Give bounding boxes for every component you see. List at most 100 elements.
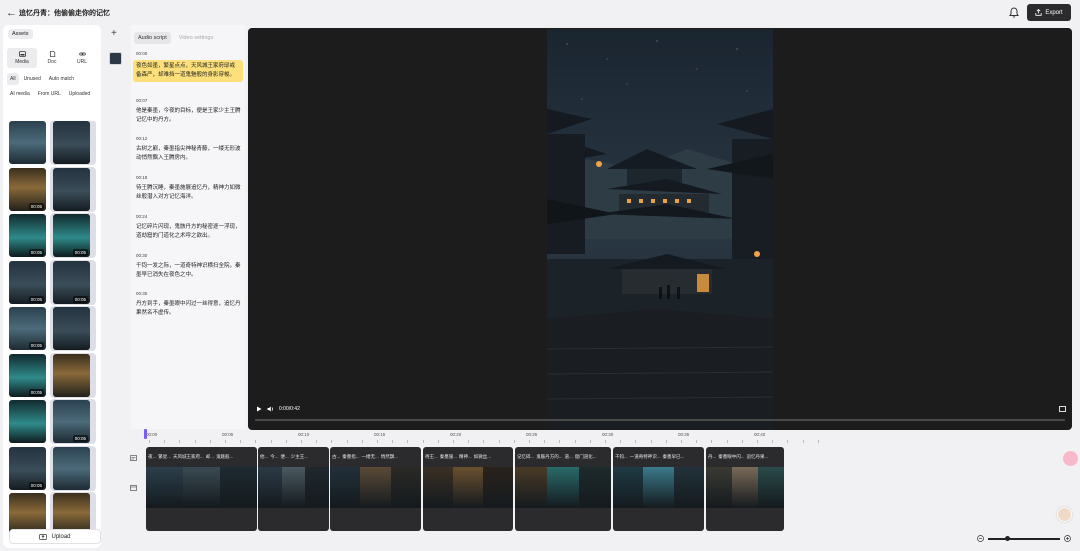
media-thumbnail[interactable]: 00:05 bbox=[9, 214, 46, 257]
clip-caption[interactable]: 精神... bbox=[459, 454, 472, 460]
tab-audio-script[interactable]: Audio script bbox=[134, 32, 171, 44]
media-thumbnail[interactable]: 00:05 bbox=[53, 400, 90, 443]
filter-all[interactable]: All bbox=[7, 73, 19, 85]
tab-media-label: Media bbox=[15, 59, 29, 65]
timeline-clip[interactable]: 古... 秦墨指... 一缕无... 悄然飘... bbox=[330, 447, 421, 531]
script-segment[interactable]: 00:30 千钧一发之际，一道奇特神识横扫全院，秦墨早已消失在夜色之中。 bbox=[136, 253, 243, 280]
media-thumbnail[interactable] bbox=[53, 167, 90, 211]
segment-text[interactable]: 记忆碎片闪现，鬼骸丹方的秘密逐一浮现，道劫窟的门道化之术呼之欲出。 bbox=[136, 223, 243, 241]
filter-from-url[interactable]: From URL bbox=[35, 88, 64, 100]
playhead[interactable] bbox=[144, 429, 147, 439]
timeline-clip[interactable]: 夜... 繁星... 天风城王家府... 却... 鬼魅般... bbox=[146, 447, 257, 531]
clip-caption[interactable]: 夜... bbox=[148, 454, 156, 460]
export-button[interactable]: Export bbox=[1027, 4, 1071, 21]
zoom-in-icon[interactable] bbox=[1064, 535, 1071, 542]
progress-bar[interactable] bbox=[255, 419, 1065, 421]
filter-unused[interactable]: Unused bbox=[21, 73, 44, 85]
volume-icon[interactable] bbox=[267, 406, 274, 412]
timeline-clip[interactable]: 记忆碎... 鬼骸丹方的... 道... 窟门道化... bbox=[515, 447, 611, 531]
clip-caption[interactable]: 丹... bbox=[708, 454, 716, 460]
filter-ai-media[interactable]: AI media bbox=[7, 88, 33, 100]
user-avatar[interactable] bbox=[1057, 507, 1072, 522]
segment-text[interactable]: 夜色如墨，繁星点点，天风城王家府邸戒备森严，却难挡一道鬼魅般的身影穿梭。 bbox=[136, 62, 240, 80]
media-thumbnail[interactable] bbox=[53, 121, 90, 164]
segment-text[interactable]: 丹方到手，秦墨眼中闪过一丝得意，追忆丹果然名不虚传。 bbox=[136, 300, 243, 318]
scene-thumbnail[interactable] bbox=[109, 52, 122, 65]
script-segment[interactable]: 00:18 待王腾沉睡，秦墨施展追忆丹，精神力如微丝般潜入对方记忆海洋。 bbox=[136, 175, 243, 202]
media-thumbnail[interactable]: 00:05 bbox=[9, 260, 46, 304]
segment-text[interactable]: 千钧一发之际，一道奇特神识横扫全院，秦墨早已消失在夜色之中。 bbox=[136, 262, 243, 280]
timeline-clip[interactable]: 千钧... 一道奇特神识... 秦墨早已... bbox=[613, 447, 704, 531]
timeline-clip[interactable]: 待王... 秦墨施... 精神... 如微丝... bbox=[423, 447, 513, 531]
filter-uploaded[interactable]: Uploaded bbox=[66, 88, 93, 100]
clip-caption[interactable]: 窟门道化... bbox=[575, 454, 597, 460]
zoom-out-icon[interactable] bbox=[977, 535, 984, 542]
tab-doc[interactable]: Doc bbox=[37, 48, 67, 68]
zoom-slider[interactable] bbox=[988, 535, 1060, 541]
media-thumbnail[interactable]: 00:05 bbox=[9, 167, 46, 211]
subtitle-track-icon[interactable] bbox=[130, 455, 137, 461]
segment-text[interactable]: 古树之巅，秦墨指尖神秘青藤，一缕无形波动悄然飘入王腾房内。 bbox=[136, 145, 243, 163]
media-thumbnail[interactable]: 00:05 bbox=[53, 260, 90, 304]
timeline-ruler[interactable]: 00:00 00:05 00:10 00:15 00:20 00:25 00:30 00:35… bbox=[145, 432, 845, 444]
timeline-clip[interactable]: 丹... 秦墨眼中闪... 追忆丹果... bbox=[706, 447, 784, 531]
media-thumbnail[interactable]: 00:05 bbox=[53, 214, 90, 257]
media-thumbnail[interactable] bbox=[9, 121, 46, 164]
media-thumbnail[interactable] bbox=[53, 353, 90, 397]
timeline-clip[interactable]: 他... 今... 便... 少主王... bbox=[258, 447, 329, 531]
clip-caption[interactable]: 一缕无... bbox=[362, 454, 379, 460]
bell-icon[interactable] bbox=[1009, 7, 1019, 18]
script-segment[interactable]: 00:07 他是秦墨，今夜的目标，便是王家少主王腾记忆中的丹方。 bbox=[136, 98, 243, 125]
clip-caption[interactable]: 千钧... bbox=[615, 454, 628, 460]
clip-caption[interactable]: 便... bbox=[281, 454, 289, 460]
clip-caption[interactable]: 追忆丹果... bbox=[747, 454, 769, 460]
clip-caption[interactable]: 一道奇特神识... bbox=[630, 454, 661, 460]
clip-caption[interactable]: 古... bbox=[332, 454, 340, 460]
zoom-slider-knob[interactable] bbox=[1005, 535, 1010, 541]
assets-tab[interactable]: Assets bbox=[8, 29, 33, 39]
clip-caption[interactable]: 如微丝... bbox=[474, 454, 491, 460]
script-segment[interactable]: 00:24 记忆碎片闪现，鬼骸丹方的秘密逐一浮现，道劫窟的门道化之术呼之欲出。 bbox=[136, 214, 243, 241]
script-segment[interactable]: 00:12 古树之巅，秦墨指尖神秘青藤，一缕无形波动悄然飘入王腾房内。 bbox=[136, 136, 243, 163]
video-preview[interactable]: 0:00/0:42 bbox=[248, 28, 1072, 430]
back-arrow-icon[interactable]: ← bbox=[6, 7, 17, 19]
media-thumbnail[interactable]: 00:05 bbox=[9, 353, 46, 397]
clip-caption[interactable]: 今... bbox=[270, 454, 278, 460]
clip-caption[interactable]: 天风城王家府... bbox=[173, 454, 204, 460]
media-thumbnail[interactable] bbox=[9, 400, 46, 443]
upload-button[interactable]: Upload bbox=[9, 529, 101, 544]
clip-caption[interactable]: 他... bbox=[260, 454, 268, 460]
clip-caption[interactable]: 鬼魅般... bbox=[216, 454, 233, 460]
clip-caption[interactable]: 秦墨施... bbox=[440, 454, 457, 460]
clip-caption[interactable]: 少主王... bbox=[291, 454, 308, 460]
fullscreen-icon[interactable] bbox=[1059, 406, 1066, 412]
media-thumbnail[interactable] bbox=[53, 307, 90, 350]
clip-caption[interactable]: 悄然飘... bbox=[381, 454, 398, 460]
tab-media[interactable]: Media bbox=[7, 48, 37, 68]
play-icon[interactable] bbox=[256, 406, 262, 412]
clip-caption[interactable]: 记忆碎... bbox=[517, 454, 534, 460]
segment-text[interactable]: 待王腾沉睡，秦墨施展追忆丹，精神力如微丝般潜入对方记忆海洋。 bbox=[136, 184, 243, 202]
clip-caption[interactable]: 却... bbox=[206, 454, 214, 460]
script-segment[interactable]: 00:00 夜色如墨，繁星点点，天风城王家府邸戒备森严，却难挡一道鬼魅般的身影穿梭… bbox=[133, 51, 243, 82]
segment-text[interactable]: 他是秦墨，今夜的目标，便是王家少主王腾记忆中的丹方。 bbox=[136, 107, 243, 125]
clip-caption[interactable]: 繁星... bbox=[158, 454, 171, 460]
project-title[interactable]: 追忆丹青：他偷偷走你的记忆 bbox=[19, 8, 110, 18]
tab-video-settings[interactable]: Video settings bbox=[175, 32, 217, 44]
add-scene-icon[interactable]: + bbox=[111, 28, 117, 39]
clip-caption[interactable]: 秦墨指... bbox=[342, 454, 359, 460]
filter-auto-match[interactable]: Auto match bbox=[46, 73, 77, 85]
media-thumbnail[interactable] bbox=[53, 446, 90, 490]
video-track-icon[interactable] bbox=[130, 485, 137, 491]
tab-url[interactable]: URL bbox=[67, 48, 97, 68]
script-segment[interactable]: 00:35 丹方到手，秦墨眼中闪过一丝得意，追忆丹果然名不虚传。 bbox=[136, 291, 243, 318]
media-thumbnail[interactable]: 00:05 bbox=[9, 446, 46, 490]
clip-frames bbox=[515, 467, 611, 508]
clip-caption[interactable]: 秦墨眼中闪... bbox=[718, 454, 744, 460]
clip-caption[interactable]: 待王... bbox=[425, 454, 438, 460]
clip-caption[interactable]: 鬼骸丹方的... bbox=[536, 454, 562, 460]
media-thumbnail[interactable]: 00:05 bbox=[9, 307, 46, 350]
ai-assistant-icon[interactable] bbox=[1063, 451, 1078, 466]
clip-caption[interactable]: 秦墨早已... bbox=[663, 454, 685, 460]
clip-caption[interactable]: 道... bbox=[565, 454, 573, 460]
